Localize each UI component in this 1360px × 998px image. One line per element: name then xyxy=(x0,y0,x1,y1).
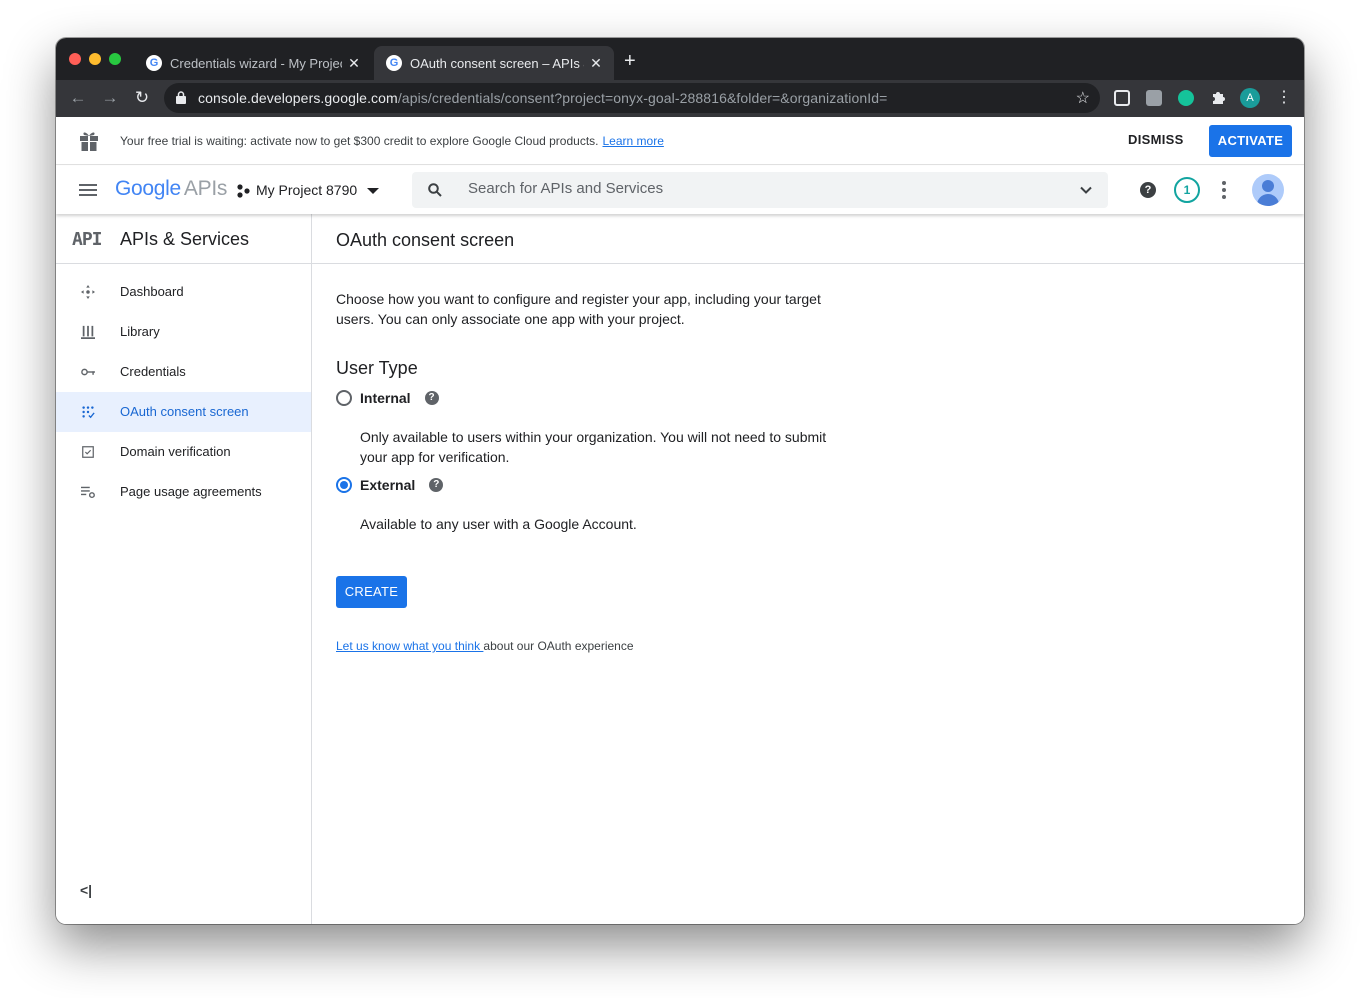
tab-title: Credentials wizard - My Project xyxy=(170,55,342,71)
library-icon xyxy=(81,325,95,339)
feedback-line: Let us know what you think about our OAu… xyxy=(336,639,634,653)
sidebar: API APIs & Services Dashboard Library Cr… xyxy=(56,214,312,924)
address-bar[interactable]: console.developers.google.com/apis/crede… xyxy=(164,83,1100,113)
logo-google: Google xyxy=(115,177,181,200)
sidebar-item-label: Page usage agreements xyxy=(120,484,262,499)
sidebar-item-label: Library xyxy=(120,324,160,339)
sidebar-item-label: OAuth consent screen xyxy=(120,404,249,419)
browser-window: G Credentials wizard - My Project ✕ G OA… xyxy=(56,38,1304,924)
project-dropdown-icon[interactable] xyxy=(367,188,379,194)
checkbox-icon xyxy=(82,446,94,458)
banner-text: Your free trial is waiting: activate now… xyxy=(120,134,599,148)
window-maximize-button[interactable] xyxy=(109,53,121,65)
tab-close-icon[interactable]: ✕ xyxy=(342,55,366,72)
internal-radio[interactable] xyxy=(336,390,352,406)
help-icon[interactable]: ? xyxy=(429,478,444,492)
notion-extension-icon[interactable] xyxy=(1114,90,1130,106)
back-arrow-icon[interactable]: ← xyxy=(66,86,90,110)
notifications-badge[interactable]: 1 xyxy=(1174,177,1200,203)
google-apis-logo[interactable]: Google APIs xyxy=(115,177,227,201)
search-input[interactable] xyxy=(468,180,1048,197)
grammarly-extension-icon[interactable] xyxy=(1178,90,1194,106)
google-favicon-icon: G xyxy=(386,55,402,71)
internal-option[interactable]: Internal ? xyxy=(336,390,439,406)
hamburger-menu-icon[interactable] xyxy=(79,184,97,196)
learn-more-link[interactable]: Learn more xyxy=(603,134,664,148)
sidebar-item-dashboard[interactable]: Dashboard xyxy=(56,272,311,312)
new-tab-button[interactable]: + xyxy=(624,51,636,71)
tab-credentials-wizard[interactable]: G Credentials wizard - My Project ✕ xyxy=(134,46,372,80)
external-option[interactable]: External ? xyxy=(336,477,444,493)
url-host: console.developers.google.com xyxy=(198,90,398,106)
sidebar-item-domain-verification[interactable]: Domain verification xyxy=(56,432,311,472)
google-favicon-icon: G xyxy=(146,55,162,71)
sidebar-item-page-usage-agreements[interactable]: Page usage agreements xyxy=(56,472,311,512)
page-title: OAuth consent screen xyxy=(336,230,515,250)
chrome-menu-icon[interactable]: ⋮ xyxy=(1276,88,1292,108)
main-content: OAuth consent screen Choose how you want… xyxy=(312,214,1304,924)
profile-avatar[interactable]: A xyxy=(1240,88,1260,108)
app-header: GoogleAPIs My Project 8790 ? 1 xyxy=(56,166,1304,214)
page-header: OAuth consent screen xyxy=(312,214,1304,264)
tab-strip: G Credentials wizard - My Project ✕ G OA… xyxy=(56,38,1304,80)
sidebar-item-oauth-consent-screen[interactable]: OAuth consent screen xyxy=(56,392,311,432)
collapse-sidebar-icon[interactable]: <| xyxy=(80,882,92,898)
sidebar-item-label: Domain verification xyxy=(120,444,231,459)
trial-banner: Your free trial is waiting: activate now… xyxy=(56,117,1304,165)
create-button[interactable]: CREATE xyxy=(336,576,407,608)
logo-apis: APIs xyxy=(183,177,228,200)
sidebar-item-label: Dashboard xyxy=(120,284,184,299)
search-icon xyxy=(428,183,442,197)
puzzle-extensions-icon[interactable] xyxy=(1210,90,1226,106)
tab-close-icon[interactable]: ✕ xyxy=(584,55,608,72)
banner-message: Your free trial is waiting: activate now… xyxy=(120,134,664,148)
help-icon[interactable]: ? xyxy=(424,391,439,405)
internal-description: Only available to users within your orga… xyxy=(360,429,827,465)
external-radio[interactable] xyxy=(336,477,352,493)
sidebar-title: APIs & Services xyxy=(120,229,250,249)
window-minimize-button[interactable] xyxy=(89,53,101,65)
forward-arrow-icon[interactable]: → xyxy=(98,86,122,110)
feedback-text: about our OAuth experience xyxy=(483,639,634,653)
dashboard-icon xyxy=(81,285,95,299)
chevron-down-icon[interactable] xyxy=(1080,184,1092,196)
external-label[interactable]: External xyxy=(360,477,415,493)
gift-icon xyxy=(80,132,98,151)
internal-label[interactable]: Internal xyxy=(360,390,411,406)
dismiss-button[interactable]: DISMISS xyxy=(1128,132,1184,147)
user-type-heading: User Type xyxy=(336,358,418,378)
window-close-button[interactable] xyxy=(69,53,81,65)
browser-toolbar: ← → ↻ console.developers.google.com/apis… xyxy=(56,80,1304,117)
key-icon xyxy=(81,368,95,376)
settings-list-icon xyxy=(81,486,95,499)
project-icon xyxy=(237,184,250,198)
api-icon: API xyxy=(72,229,102,250)
sidebar-item-label: Credentials xyxy=(120,364,186,379)
external-description: Available to any user with a Google Acco… xyxy=(360,516,637,532)
reload-icon[interactable]: ↻ xyxy=(130,86,154,110)
intro-text: Choose how you want to configure and reg… xyxy=(336,291,821,327)
lock-icon xyxy=(176,91,186,104)
more-options-icon[interactable] xyxy=(1222,181,1226,199)
activate-button[interactable]: ACTIVATE xyxy=(1209,125,1292,157)
feedback-link[interactable]: Let us know what you think xyxy=(336,639,483,653)
bookmark-star-icon[interactable]: ☆ xyxy=(1076,88,1090,108)
sidebar-item-library[interactable]: Library xyxy=(56,312,311,352)
consent-icon xyxy=(82,406,95,419)
search-box[interactable] xyxy=(412,172,1108,208)
account-avatar[interactable] xyxy=(1252,174,1284,206)
sidebar-item-credentials[interactable]: Credentials xyxy=(56,352,311,392)
tab-title: OAuth consent screen – APIs & xyxy=(410,55,584,71)
sidebar-header: API APIs & Services xyxy=(56,214,311,264)
url-text: console.developers.google.com/apis/crede… xyxy=(198,90,887,106)
sidebar-nav: Dashboard Library Credentials OAuth cons… xyxy=(56,264,311,512)
project-selector[interactable]: My Project 8790 xyxy=(256,182,357,198)
extension-icon[interactable] xyxy=(1146,90,1162,106)
url-path: /apis/credentials/consent?project=onyx-g… xyxy=(397,90,888,106)
help-icon[interactable]: ? xyxy=(1140,182,1156,198)
tab-oauth-consent[interactable]: G OAuth consent screen – APIs & ✕ xyxy=(374,46,614,80)
